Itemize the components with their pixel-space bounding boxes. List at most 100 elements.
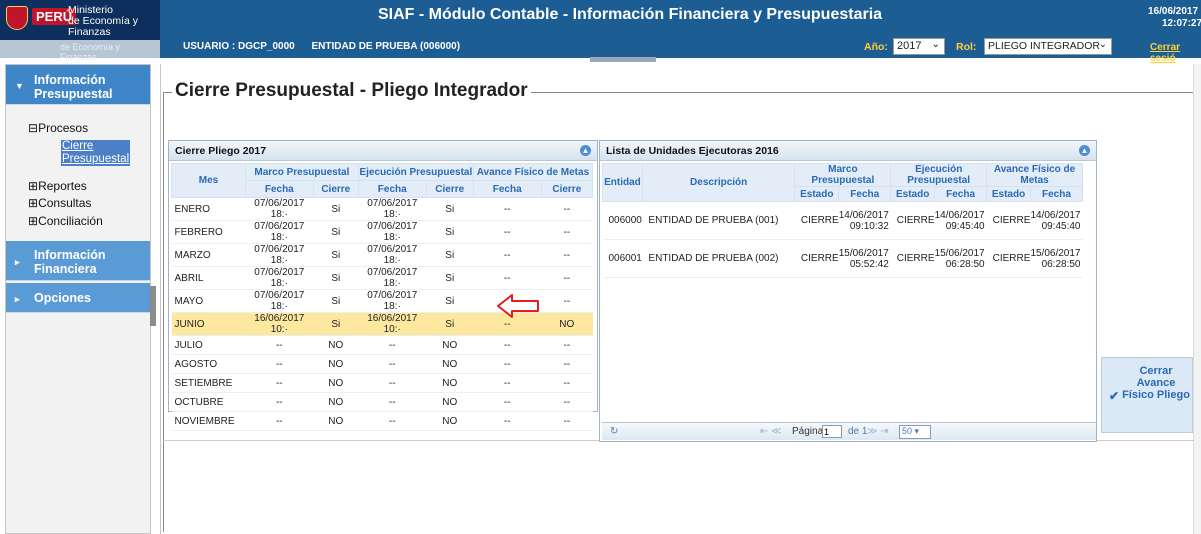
page-number-input[interactable] [822,425,842,438]
table-row[interactable]: JULIO -- NO -- NO -- -- [171,335,593,355]
tree-reportes[interactable]: ⊞Reportes [28,179,87,193]
page-label: Página [792,426,824,437]
col-group-ejecucion: Ejecución Presupuestal [357,163,474,181]
cell-mes: JULIO [171,335,246,355]
col-cierre[interactable]: Cierre [425,180,474,198]
chevron-down-icon: ⌄ [931,39,940,50]
cell-mc: NO [313,392,359,412]
cell-ac: -- [541,354,593,374]
cell-ec: Si [426,289,474,313]
col-group-avance: Avance Físico de Metas [472,163,594,181]
cell-entidad: 006001 [602,239,643,278]
cell-af: -- [473,392,542,412]
col-cierre[interactable]: Cierre [540,180,594,198]
page-scrollbar[interactable] [1193,64,1201,534]
cell-af: -- [473,354,542,374]
col-estado[interactable]: Estado [890,186,936,202]
page-count: de 1 [848,426,868,437]
cell-ac: NO [541,312,593,336]
tree-cierre-presupuestal[interactable]: Cierre Presupuestal [61,140,131,166]
tree-procesos[interactable]: ⊟Procesos [28,121,88,135]
cell-mf: 16/06/2017 10:· [245,312,314,336]
cell-fecha: 15/06/2017 06:28:50 [934,239,987,278]
sidebar-info-financiera[interactable]: ▸ Información Financiera [6,241,150,281]
cell-ef: 07/06/2017 18:· [358,243,427,267]
chevron-down-icon: ▼ [15,81,24,91]
collapse-icon[interactable]: ▲ [580,145,591,156]
col-fecha[interactable]: Fecha [934,186,988,202]
collapse-icon[interactable]: ▲ [1079,145,1090,156]
col-fecha[interactable]: Fecha [472,180,542,198]
cell-mes: OCTUBRE [171,392,246,412]
refresh-icon[interactable]: ↻ [610,426,618,437]
col-fecha[interactable]: Fecha [838,186,892,202]
table-row[interactable]: 006000 ENTIDAD DE PRUEBA (001) CIERRE 14/06… [602,201,1083,240]
tree-consultas[interactable]: ⊞Consultas [28,196,91,210]
cell-ac: -- [541,243,593,267]
cell-ef: -- [358,392,427,412]
cell-ac: -- [541,197,593,221]
table-row[interactable]: ABRIL 07/06/2017 18:· Si 07/06/2017 18:· Si -… [171,266,593,290]
col-fecha[interactable]: Fecha [244,180,314,198]
cell-af: -- [473,197,542,221]
sidebar-scrollbar[interactable] [150,286,156,326]
cell-ae: CIERRE [986,239,1031,278]
table-row[interactable]: NOVIEMBRE -- NO -- NO -- -- [171,411,593,431]
cell-ef: -- [358,373,427,393]
ministry-faded-text: de Economía y Finanzas [60,42,121,62]
table-row[interactable]: OCTUBRE -- NO -- NO -- -- [171,392,593,412]
collapse-handle[interactable] [590,57,656,62]
col-cierre[interactable]: Cierre [312,180,359,198]
col-fecha[interactable]: Fecha [357,180,427,198]
col-entidad[interactable]: Entidad [602,163,643,202]
year-select[interactable]: 2017 ⌄ [893,38,945,55]
table-row[interactable]: FEBRERO 07/06/2017 18:· Si 07/06/2017 18:· S… [171,220,593,244]
cell-ef: 16/06/2017 10:· [358,312,427,336]
table-row[interactable]: SETIEMBRE -- NO -- NO -- -- [171,373,593,393]
cell-mf: 07/06/2017 18:· [245,220,314,244]
cell-af: -- [473,266,542,290]
cell-mf: 07/06/2017 18:· [245,289,314,313]
cell-ec: NO [426,373,474,393]
current-time: 12:07:27 [1162,18,1201,29]
cell-ef: 07/06/2017 18:· [358,289,427,313]
cell-mc: Si [313,289,359,313]
cell-ac: -- [541,335,593,355]
cell-mf: -- [245,354,314,374]
col-estado[interactable]: Estado [794,186,840,202]
role-select[interactable]: PLIEGO INTEGRADOR ⌄ [984,38,1112,55]
col-mes[interactable]: Mes [171,163,246,198]
next-last-page-icon[interactable]: ≫ ⇥ [867,426,889,437]
cell-mc: NO [313,373,359,393]
cell-mc: Si [313,312,359,336]
page-size-select[interactable]: 50 ▾ [899,425,931,439]
logout-link[interactable]: Cerrar sesió [1150,42,1201,64]
sidebar-info-presupuestal[interactable]: ▼ Información Presupuestal [6,65,150,105]
cell-ec: Si [426,312,474,336]
cell-mes: MARZO [171,243,246,267]
table-row[interactable]: AGOSTO -- NO -- NO -- -- [171,354,593,374]
col-estado[interactable]: Estado [986,186,1031,202]
role-label: Rol: [956,41,977,53]
app-header: PERÚ Ministerio de Economía y Finanzas d… [0,0,1201,64]
col-descripcion[interactable]: Descripción [641,163,796,202]
cell-mc: Si [313,266,359,290]
cell-mc: Si [313,243,359,267]
cerrar-avance-button[interactable]: ✔ Cerrar Avance Físico Pliego [1101,357,1193,433]
cell-af: -- [473,243,542,267]
cell-ac: -- [541,411,593,431]
cell-mf: -- [245,392,314,412]
col-fecha[interactable]: Fecha [1029,186,1084,202]
coat-of-arms-icon [6,6,28,30]
cell-ef: 07/06/2017 18:· [358,220,427,244]
tree-conciliacion[interactable]: ⊞Conciliación [28,214,103,228]
cell-mc: NO [313,335,359,355]
table-row[interactable]: MARZO 07/06/2017 18:· Si 07/06/2017 18:· Si -… [171,243,593,267]
first-prev-page-icon[interactable]: ⇤ ≪ [760,426,782,437]
table-row[interactable]: 006001 ENTIDAD DE PRUEBA (002) CIERRE 15/06… [602,239,1083,278]
sidebar-opciones[interactable]: ▸ Opciones [6,283,150,313]
table-row[interactable]: ENERO 07/06/2017 18:· Si 07/06/2017 18:· Si -… [171,197,593,221]
cell-mes: FEBRERO [171,220,246,244]
cell-mes: AGOSTO [171,354,246,374]
cell-me: CIERRE [794,239,839,278]
